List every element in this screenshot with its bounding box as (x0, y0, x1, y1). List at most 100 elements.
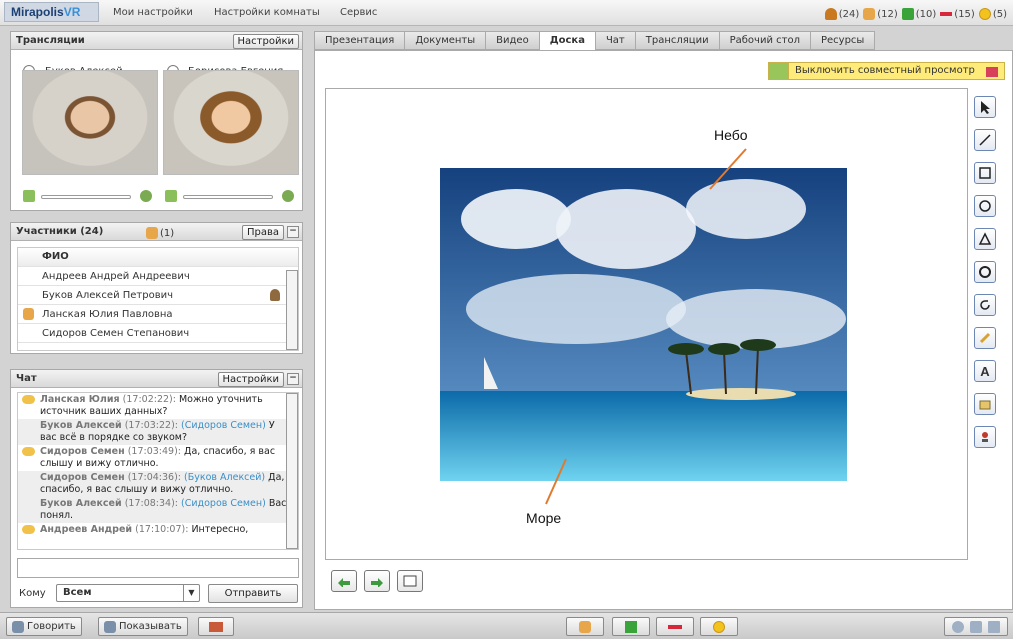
microphone-icon[interactable] (140, 190, 152, 202)
stat-minus-value: (15) (954, 8, 975, 20)
main-tabs: Презентация Документы Видео Доска Чат Тр… (314, 31, 876, 51)
broadcasts-settings-button[interactable]: Настройки (232, 34, 299, 49)
raise-hand-button[interactable] (566, 617, 604, 636)
shared-view-label: Выключить совместный просмотр (789, 63, 1004, 79)
chat-input[interactable] (17, 558, 299, 578)
tab-resources[interactable]: Ресурсы (810, 31, 876, 50)
microphone-icon[interactable] (282, 190, 294, 202)
table-row[interactable]: Сидоров Семен Степанович (18, 324, 298, 343)
column-header-name: ФИО (42, 251, 69, 262)
to-label: Кому (19, 588, 46, 599)
menu-room-settings[interactable]: Настройки комнаты (214, 7, 320, 18)
tab-board[interactable]: Доска (539, 31, 596, 51)
tab-presentation[interactable]: Презентация (314, 31, 406, 50)
volume-icon[interactable] (23, 190, 35, 202)
plus-icon (901, 8, 914, 20)
chat-reply-to[interactable]: (Сидоров Семен) (181, 420, 266, 431)
share-screen-button[interactable] (198, 617, 234, 636)
cursor-icon[interactable] (974, 96, 996, 118)
text-icon[interactable]: A (974, 360, 996, 382)
volume-slider[interactable] (183, 195, 273, 199)
hand-count: (1) (160, 227, 175, 239)
participant-name: Ланская Юлия Павловна (42, 309, 173, 320)
chat-settings-button[interactable]: Настройки (217, 372, 284, 387)
monitor-icon (988, 620, 1001, 633)
tab-desktop[interactable]: Рабочий стол (719, 31, 811, 50)
table-row[interactable]: Буков Алексей Петрович (18, 286, 298, 305)
drawing-canvas[interactable]: Небо Море (325, 88, 968, 560)
send-button[interactable]: Отправить (208, 584, 298, 603)
line-icon[interactable] (974, 129, 996, 151)
bubble-icon (22, 525, 35, 534)
board-history-controls (331, 570, 423, 592)
disagree-button[interactable] (656, 617, 694, 636)
recipient-value: Всем (63, 587, 92, 598)
rotate-icon[interactable] (974, 294, 996, 316)
menu-service[interactable]: Сервис (340, 7, 377, 18)
minus-icon (668, 624, 682, 629)
chat-message: Ланская Юлия (17:02:22): Можно уточнить … (18, 393, 298, 419)
stat-participants-value: (24) (838, 8, 860, 20)
speaker-icon (969, 620, 982, 633)
shared-view-toggle[interactable]: Выключить совместный просмотр (768, 62, 1005, 80)
chat-time: (17:04:36): (127, 472, 181, 483)
stat-plus-value: (10) (915, 8, 937, 20)
chat-time: (17:03:49): (127, 446, 181, 457)
chat-author: Сидоров Семен (40, 472, 125, 483)
volume-slider[interactable] (41, 195, 131, 199)
broadcasts-panel: Трансляции Настройки Буков Алексей Борис… (10, 31, 303, 211)
plus-icon (625, 620, 637, 633)
recipient-select[interactable]: Всем ▼ (56, 584, 200, 602)
screen-icon (209, 621, 223, 632)
triangle-icon[interactable] (974, 228, 996, 250)
hand-icon (863, 8, 876, 20)
table-row[interactable]: Андреев Андрей Андреевич (18, 267, 298, 286)
rights-button[interactable]: Права (241, 225, 284, 240)
stat-hands-value: (12) (877, 8, 898, 20)
undo-icon[interactable] (331, 570, 357, 592)
filled-circle-icon[interactable] (974, 261, 996, 283)
chat-author: Андреев Андрей (40, 524, 133, 535)
logo-vr: VR (63, 5, 81, 19)
agree-button[interactable] (612, 617, 650, 636)
broadcasts-title: Трансляции (16, 35, 85, 46)
camera-icon (104, 620, 116, 633)
chat-text: Интересно, (191, 524, 249, 535)
pencil-icon[interactable] (974, 327, 996, 349)
pin-icon (769, 63, 789, 79)
device-indicators[interactable] (944, 617, 1008, 636)
minimize-button[interactable]: − (287, 226, 299, 238)
show-label: Показывать (119, 621, 182, 632)
table-row[interactable]: Ланская Юлия Павловна (18, 305, 298, 324)
redo-icon[interactable] (364, 570, 390, 592)
chat-reply-to[interactable]: (Сидоров Семен) (181, 498, 266, 509)
chevron-down-icon[interactable]: ▼ (183, 585, 199, 601)
chat-author: Буков Алексей (40, 498, 122, 509)
tab-chat[interactable]: Чат (595, 31, 636, 50)
tab-video[interactable]: Видео (486, 31, 540, 50)
chat-reply-to[interactable]: (Буков Алексей) (184, 472, 265, 483)
tab-broadcasts[interactable]: Трансляции (635, 31, 720, 50)
speak-button[interactable]: Говорить (6, 617, 82, 636)
stat-participants: (24) (824, 8, 860, 20)
volume-icon[interactable] (165, 190, 177, 202)
chat-message: Буков Алексей (17:08:34): (Сидоров Семен… (18, 497, 298, 523)
show-button[interactable]: Показывать (98, 617, 188, 636)
participants-title: Участники (24) (16, 226, 104, 237)
stat-plus: (10) (901, 8, 937, 20)
minimize-button[interactable]: − (287, 373, 299, 385)
circle-icon[interactable] (974, 195, 996, 217)
rectangle-icon[interactable] (974, 162, 996, 184)
chat-scrollbar[interactable] (286, 393, 298, 549)
board-drawing (440, 148, 847, 505)
smile-button[interactable] (700, 617, 738, 636)
tab-documents[interactable]: Документы (405, 31, 487, 50)
clear-board-icon[interactable] (397, 570, 423, 592)
chat-time: (17:03:22): (124, 420, 178, 431)
person-icon (824, 8, 837, 20)
participants-scrollbar[interactable] (286, 270, 298, 350)
marker-icon[interactable] (974, 426, 996, 448)
stamp-icon[interactable] (974, 393, 996, 415)
menu-my-settings[interactable]: Мои настройки (113, 7, 193, 18)
chat-author: Буков Алексей (40, 420, 122, 431)
